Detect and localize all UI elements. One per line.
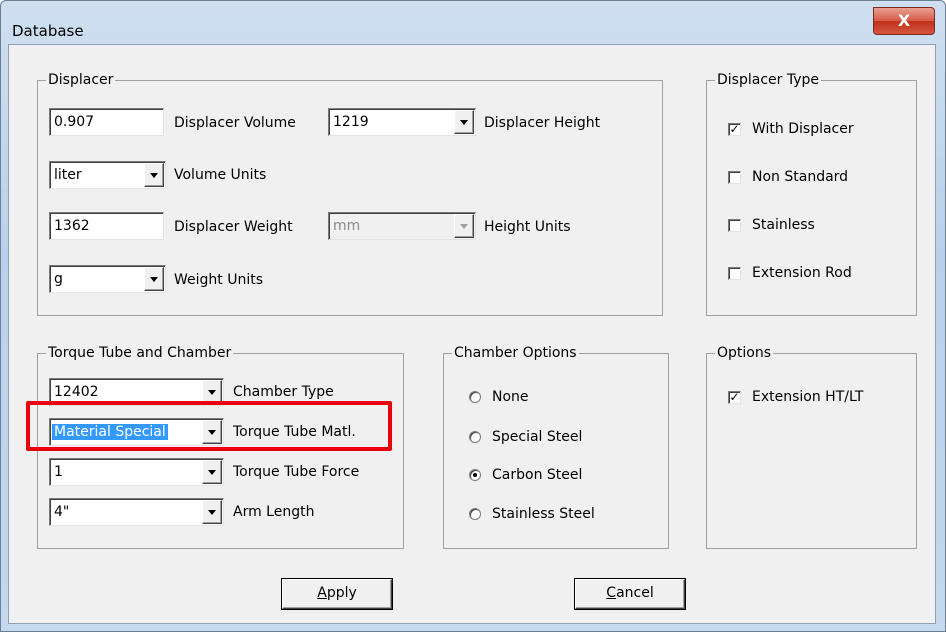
chevron-down-icon[interactable] [202, 500, 222, 524]
height-units-select: mm [328, 212, 476, 240]
arm-length-select[interactable]: 4" [49, 498, 224, 526]
chamber-type-value: 12402 [54, 384, 99, 400]
volume-units-label: Volume Units [174, 167, 267, 183]
radio-special-steel[interactable] [469, 431, 481, 443]
chevron-down-icon[interactable] [144, 163, 164, 187]
radio-none[interactable] [469, 391, 481, 403]
displacer-volume-input[interactable]: 0.907 [49, 108, 164, 136]
chamber-options-group-title: Chamber Options [452, 344, 579, 362]
radio-carbon-steel[interactable] [469, 469, 481, 481]
chevron-down-icon[interactable] [454, 110, 474, 134]
displacer-type-group-title: Displacer Type [715, 71, 821, 89]
radio-none-label[interactable]: None [492, 388, 529, 406]
chevron-down-icon [454, 214, 474, 238]
volume-units-select[interactable]: liter [49, 161, 166, 189]
displacer-type-group: Displacer Type ✓ With Displacer Non Stan… [706, 71, 917, 316]
displacer-height-label: Displacer Height [484, 115, 601, 131]
volume-units-value: liter [54, 167, 82, 183]
radio-special-steel-label[interactable]: Special Steel [492, 428, 582, 446]
non-standard-label[interactable]: Non Standard [752, 168, 848, 186]
chamber-options-group: Chamber Options None Special Steel Carbo… [443, 344, 669, 549]
stainless-checkbox[interactable] [728, 219, 741, 232]
extension-rod-label[interactable]: Extension Rod [752, 264, 852, 282]
close-icon: X [897, 11, 911, 30]
displacer-height-value: 1219 [333, 114, 369, 130]
radio-stainless-steel[interactable] [469, 508, 481, 520]
chevron-down-icon[interactable] [202, 460, 222, 484]
torque-tube-group: Torque Tube and Chamber 12402 Chamber Ty… [37, 344, 404, 549]
torque-tube-force-select[interactable]: 1 [49, 458, 224, 486]
radio-carbon-steel-label[interactable]: Carbon Steel [492, 466, 582, 484]
displacer-height-select[interactable]: 1219 [328, 108, 476, 136]
extension-ht-lt-checkbox[interactable]: ✓ [728, 391, 741, 404]
weight-units-value: g [54, 271, 63, 287]
options-group-title: Options [715, 344, 774, 362]
displacer-group-title: Displacer [46, 71, 116, 89]
displacer-group: Displacer 0.907 Displacer Volume 1219 Di… [37, 71, 663, 316]
displacer-weight-input[interactable]: 1362 [49, 212, 164, 240]
displacer-weight-label: Displacer Weight [174, 219, 293, 235]
radio-stainless-steel-label[interactable]: Stainless Steel [492, 505, 595, 523]
cancel-label: ancel [616, 585, 654, 601]
extension-ht-lt-label[interactable]: Extension HT/LT [752, 388, 863, 406]
weight-units-select[interactable]: g [49, 265, 166, 293]
cancel-mnemonic: C [606, 585, 617, 601]
height-units-value: mm [333, 218, 361, 234]
close-button[interactable]: X [873, 7, 935, 35]
chevron-down-icon[interactable] [144, 267, 164, 291]
dialog-client-area: Displacer 0.907 Displacer Volume 1219 Di… [8, 44, 936, 624]
with-displacer-label[interactable]: With Displacer [752, 120, 854, 138]
weight-units-label: Weight Units [174, 272, 264, 288]
height-units-label: Height Units [484, 219, 571, 235]
torque-tube-force-label: Torque Tube Force [233, 464, 360, 480]
window-title: Database [12, 22, 84, 40]
arm-length-label: Arm Length [233, 504, 315, 520]
non-standard-checkbox[interactable] [728, 171, 741, 184]
displacer-volume-label: Displacer Volume [174, 115, 296, 131]
arm-length-value: 4" [54, 504, 70, 520]
torque-tube-group-title: Torque Tube and Chamber [46, 344, 234, 362]
extension-rod-checkbox[interactable] [728, 267, 741, 280]
options-group: Options ✓ Extension HT/LT [706, 344, 917, 549]
apply-label: pply [326, 585, 357, 601]
apply-button[interactable]: Apply [282, 579, 392, 609]
stainless-label[interactable]: Stainless [752, 216, 815, 234]
apply-mnemonic: A [317, 585, 327, 601]
chamber-type-label: Chamber Type [233, 384, 334, 400]
cancel-button[interactable]: Cancel [575, 579, 685, 609]
highlight-box [26, 401, 392, 451]
torque-tube-force-value: 1 [54, 464, 63, 480]
with-displacer-checkbox[interactable]: ✓ [728, 123, 741, 136]
